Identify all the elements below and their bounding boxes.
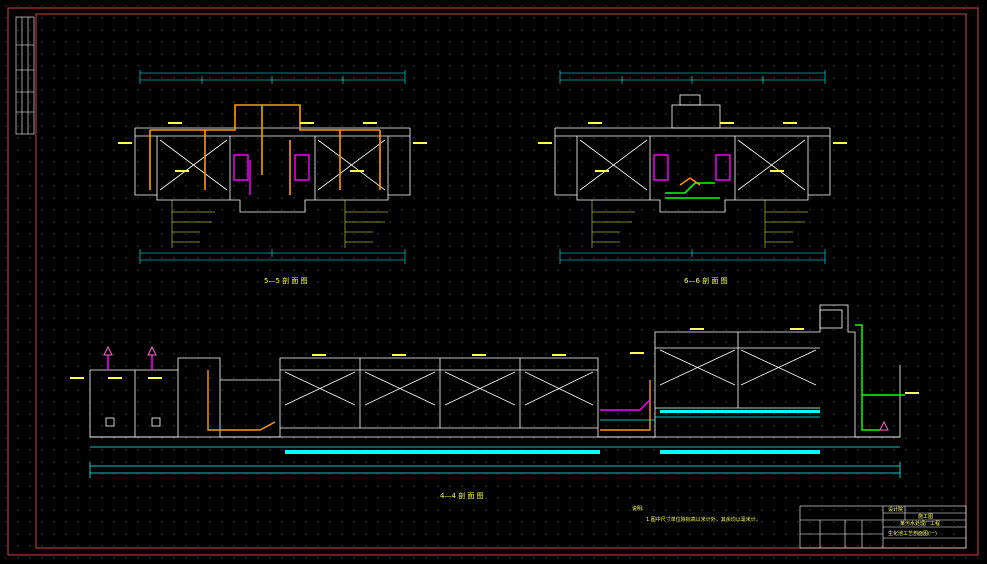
title-block-project: 某污水处理厂工程 — [900, 520, 940, 527]
section-6-6-title: 6—6 剖 面 图 — [684, 276, 728, 285]
cad-drawing-canvas: 5—5 剖 面 图 6—6 剖 面 图 4—4 剖 面 图 说明: 1.图中尺寸… — [0, 0, 987, 564]
notes-text: 1.图中尺寸单位除标高以米计外，其余均以毫米计。 — [646, 516, 761, 523]
title-block-drawing-name: 生化池工艺剖面图(一) — [888, 530, 937, 537]
title-block-sheet: 施工图 — [918, 513, 933, 520]
notes-heading: 说明: — [632, 505, 644, 512]
section-5-5-title: 5—5 剖 面 图 — [264, 276, 308, 285]
title-block-company: 设计院 — [888, 506, 903, 513]
section-4-4-title: 4—4 剖 面 图 — [440, 491, 484, 500]
grid-dots — [0, 0, 987, 564]
